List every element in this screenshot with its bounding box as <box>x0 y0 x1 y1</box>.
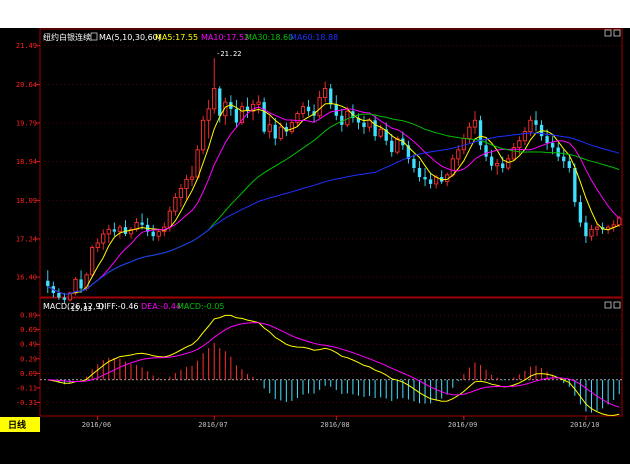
x-tick-label: 2016/10 <box>570 421 600 429</box>
top-margin <box>0 0 630 28</box>
x-tick-label: 2016/08 <box>320 421 350 429</box>
macd-y-tick-label: 0.09 <box>20 370 37 378</box>
macd-indicator-label: MACD(26,12,9) <box>43 302 104 311</box>
y-tick-label: 18.94 <box>16 158 37 166</box>
extreme-price-annotation: -21.22 <box>216 50 241 58</box>
candle <box>90 245 95 278</box>
ma-indicator-label: MA(5,10,30,60) <box>99 33 161 42</box>
macd-y-tick-label: 0.49 <box>20 341 37 349</box>
macd-y-tick-label: 0.69 <box>20 326 37 334</box>
dea-value: DEA:-0.44 <box>141 302 181 311</box>
candle <box>201 115 206 155</box>
x-tick-label: 2016/09 <box>448 421 478 429</box>
macd-value: MACD:-0.05 <box>177 302 224 311</box>
diff-value: DIFF:-0.46 <box>98 302 139 311</box>
y-tick-label: 19.79 <box>16 120 37 128</box>
macd-y-tick-label: -0.11 <box>16 384 37 392</box>
macd-y-tick-label: 0.29 <box>20 355 37 363</box>
macd-y-tick-label: 0.89 <box>20 312 37 320</box>
y-tick-label: 17.24 <box>16 235 37 243</box>
y-tick-label: 16.40 <box>16 274 37 282</box>
chart-area: 21.49 20.64 19.79 18.94 18.09 17.24 16.40 0.89 0… <box>0 28 630 464</box>
ma10-value: MA10:17.52 <box>201 33 249 42</box>
y-tick-label: 21.49 <box>16 42 37 50</box>
ma30-value: MA30:18.60 <box>245 33 293 42</box>
candle <box>262 97 266 134</box>
ma60-value: MA60:18.88 <box>290 33 338 42</box>
symbol-name: 纽约白银连续 <box>43 32 91 42</box>
x-tick-label: 2016/07 <box>198 421 228 429</box>
ma5-value: MA5:17.55 <box>155 33 198 42</box>
candle <box>289 120 295 134</box>
candle <box>478 115 483 150</box>
x-tick-label: 2016/06 <box>82 421 112 429</box>
macd-y-tick-label: -0.31 <box>16 399 37 407</box>
y-tick-label: 18.09 <box>16 197 37 205</box>
y-tick-label: 20.64 <box>16 81 37 89</box>
period-label: 日线 <box>8 419 26 431</box>
